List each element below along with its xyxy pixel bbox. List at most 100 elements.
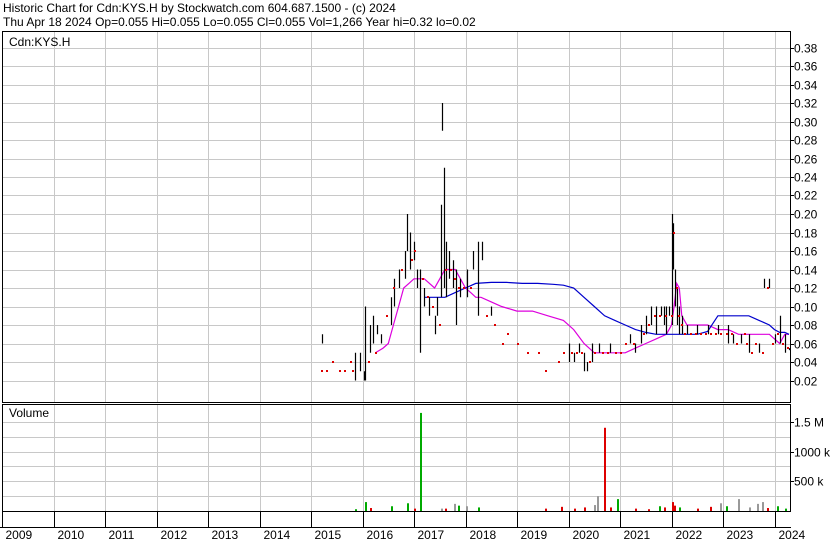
volume-bar [726, 506, 728, 511]
year-tick-label: 2012 [161, 528, 188, 542]
volume-grid [2, 422, 790, 497]
volume-bar [659, 506, 661, 511]
close-dot [563, 352, 565, 354]
close-dot [339, 370, 341, 372]
volume-bar [365, 502, 367, 511]
close-dot [681, 324, 683, 326]
close-dot [401, 269, 403, 271]
volume-bar [664, 507, 666, 511]
volume-bar [355, 509, 357, 511]
close-dot [494, 324, 496, 326]
close-dot [676, 287, 678, 289]
volume-bar [617, 499, 619, 511]
close-dot [581, 352, 583, 354]
close-dot [439, 324, 441, 326]
price-panel-title: Cdn:KYS.H [9, 35, 70, 49]
close-dot [422, 278, 424, 280]
price-tick-label: 0.10 [794, 301, 818, 315]
close-dot [517, 343, 519, 345]
close-dot [710, 333, 712, 335]
close-dot [665, 315, 667, 317]
volume-bar [674, 505, 676, 511]
volume-bar [777, 506, 779, 511]
price-tick-label: 0.18 [794, 227, 818, 241]
volume-bar [391, 506, 393, 511]
close-dot [427, 296, 429, 298]
year-tick-label: 2015 [315, 528, 342, 542]
price-tick-label: 0.04 [794, 356, 818, 370]
close-dot [538, 352, 540, 354]
close-dot [671, 315, 673, 317]
price-grid [2, 48, 790, 382]
close-dot [777, 333, 779, 335]
price-tick-label: 0.26 [794, 153, 818, 167]
close-dot [715, 333, 717, 335]
close-dot [527, 352, 529, 354]
close-dot [690, 333, 692, 335]
close-dot [326, 370, 328, 372]
close-dot [352, 370, 354, 372]
close-dot [720, 333, 722, 335]
volume-tick-label: 1.5 M [794, 416, 824, 430]
close-dot [746, 343, 748, 345]
year-axis-ticks: 2009 2010 2011 2012 2013 2014 2015 2016 2017 2018… [2, 511, 806, 542]
price-tick-label: 0.20 [794, 208, 818, 222]
close-dot [620, 352, 622, 354]
volume-bar [594, 505, 596, 511]
close-dot [486, 315, 488, 317]
close-dot [787, 347, 789, 349]
close-dot [736, 343, 738, 345]
close-dot [411, 259, 413, 261]
volume-bar [679, 507, 681, 511]
volume-bar [738, 499, 740, 511]
volume-bar [574, 508, 576, 511]
volume-bar [466, 506, 468, 511]
close-dot [700, 333, 702, 335]
close-dot [321, 370, 323, 372]
year-tick-label: 2014 [264, 528, 291, 542]
volume-panel-title: Volume [9, 406, 49, 420]
close-dot [375, 352, 377, 354]
volume-bar [454, 503, 456, 511]
close-dot [507, 333, 509, 335]
close-dot [445, 269, 447, 271]
price-tick-label: 0.02 [794, 375, 818, 389]
price-tick-label: 0.36 [794, 60, 818, 74]
volume-bar [561, 506, 563, 511]
volume-bar [441, 508, 443, 511]
volume-axis-ticks: 500 k 1000 k 1.5 M [790, 416, 830, 489]
close-dot [589, 361, 591, 363]
volume-bar [697, 508, 699, 511]
close-dot [673, 232, 675, 234]
volume-bar [757, 503, 759, 511]
close-dot [558, 361, 560, 363]
year-tick-label: 2016 [367, 528, 394, 542]
close-dot [751, 352, 753, 354]
price-tick-label: 0.06 [794, 338, 818, 352]
volume-bar [545, 508, 547, 511]
volume-bar [720, 503, 722, 511]
price-tick-label: 0.32 [794, 97, 818, 111]
close-dot [695, 333, 697, 335]
close-dot [502, 343, 504, 345]
close-dot [393, 287, 395, 289]
close-dot [463, 287, 465, 289]
close-dot [755, 343, 757, 345]
close-dot [772, 343, 774, 345]
close-dot [458, 287, 460, 289]
year-tick-label: 2021 [624, 528, 651, 542]
volume-bar [420, 412, 422, 511]
price-tick-label: 0.38 [794, 42, 818, 56]
close-dot [576, 352, 578, 354]
close-dot [332, 361, 334, 363]
year-tick-label: 2024 [779, 528, 806, 542]
close-dot [705, 333, 707, 335]
year-tick-label: 2023 [727, 528, 754, 542]
year-tick-label: 2009 [6, 528, 33, 542]
price-tick-label: 0.12 [794, 282, 818, 296]
close-dot [602, 352, 604, 354]
close-dot [454, 278, 456, 280]
close-dot [659, 315, 661, 317]
close-dot [432, 306, 434, 308]
year-tick-label: 2017 [418, 528, 445, 542]
